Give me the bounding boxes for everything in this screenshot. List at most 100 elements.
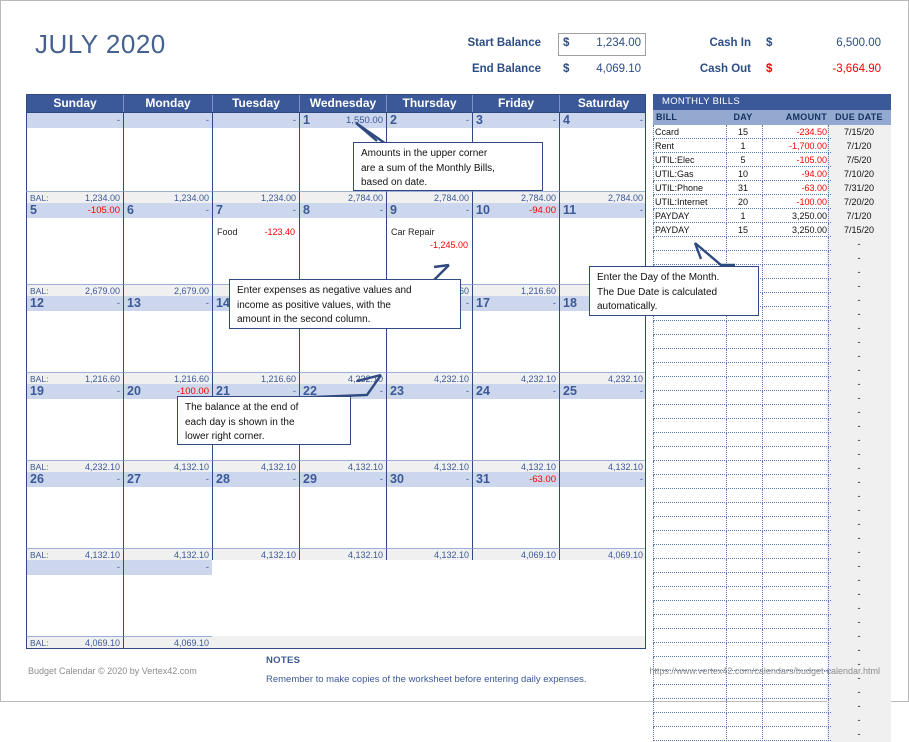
bill-amount[interactable] [761, 237, 827, 251]
bill-amount[interactable] [761, 545, 827, 559]
bill-name[interactable] [655, 391, 725, 405]
bill-day[interactable]: 20 [725, 195, 761, 209]
bill-day[interactable] [725, 615, 761, 629]
bill-amount[interactable] [761, 643, 827, 657]
bill-amount[interactable] [761, 265, 827, 279]
bill-day[interactable] [725, 713, 761, 727]
bill-name[interactable]: PAYDAY [655, 223, 725, 237]
bill-row[interactable]: - [653, 601, 891, 615]
day-entry-amount[interactable]: -1,245.00 [430, 240, 468, 250]
bill-day[interactable]: 15 [725, 223, 761, 237]
bill-row[interactable]: - [653, 643, 891, 657]
bill-row[interactable]: - [653, 685, 891, 699]
calendar-day-cell[interactable]: 6- [123, 203, 212, 296]
bill-name[interactable]: UTIL:Gas [655, 167, 725, 181]
calendar-day-cell[interactable]: 29 - [299, 472, 386, 560]
bill-name[interactable]: Rent [655, 139, 725, 153]
bill-row[interactable]: - [653, 517, 891, 531]
bill-amount[interactable] [761, 349, 827, 363]
bill-name[interactable] [655, 699, 725, 713]
bill-row[interactable]: - [653, 489, 891, 503]
calendar-day-cell[interactable]: 25 - [559, 384, 646, 472]
calendar-day-cell[interactable]: 24 - [472, 384, 559, 472]
calendar-day-cell[interactable]: 31 -63.00 [472, 472, 559, 560]
bill-amount[interactable] [761, 517, 827, 531]
calendar-day-cell[interactable]: 27 - [123, 472, 212, 560]
bill-day[interactable] [725, 629, 761, 643]
bill-day[interactable] [725, 391, 761, 405]
bill-row[interactable]: UTIL:Elec 5 -105.00 7/5/20 [653, 153, 891, 167]
bill-day[interactable] [725, 419, 761, 433]
bill-day[interactable] [725, 335, 761, 349]
bill-amount[interactable] [761, 699, 827, 713]
day-entry-name[interactable]: Car Repair [391, 227, 435, 237]
bill-row[interactable]: - [653, 727, 891, 741]
bill-name[interactable] [655, 405, 725, 419]
bill-amount[interactable]: -100.00 [761, 195, 827, 209]
bill-name[interactable] [655, 587, 725, 601]
bill-amount[interactable] [761, 489, 827, 503]
bill-amount[interactable] [761, 615, 827, 629]
bill-day[interactable]: 5 [725, 153, 761, 167]
notes-text[interactable]: Remember to make copies of the worksheet… [266, 674, 587, 685]
bill-amount[interactable]: 3,250.00 [761, 209, 827, 223]
bill-name[interactable] [655, 545, 725, 559]
bill-amount[interactable]: -234.50 [761, 125, 827, 139]
calendar-day-cell[interactable]: 10 -94.00 [472, 203, 559, 296]
bill-day[interactable]: 31 [725, 181, 761, 195]
bill-amount[interactable] [761, 447, 827, 461]
bill-day[interactable]: 1 [725, 139, 761, 153]
bill-day[interactable] [725, 461, 761, 475]
calendar-day-cell[interactable]: - [212, 113, 299, 203]
calendar-day-cell[interactable]: 5 -105.00 [26, 203, 123, 296]
bill-amount[interactable] [761, 573, 827, 587]
bill-row[interactable]: - [653, 503, 891, 517]
bill-row[interactable]: - [653, 587, 891, 601]
bill-name[interactable] [655, 489, 725, 503]
bill-amount[interactable] [761, 251, 827, 265]
bill-name[interactable] [655, 629, 725, 643]
bill-name[interactable] [655, 433, 725, 447]
bill-day[interactable] [725, 587, 761, 601]
calendar-day-cell[interactable]: 19 - [26, 384, 123, 472]
bill-amount[interactable]: -63.00 [761, 181, 827, 195]
bill-row[interactable]: - [653, 349, 891, 363]
bill-day[interactable] [725, 321, 761, 335]
bill-name[interactable]: UTIL:Elec [655, 153, 725, 167]
bill-day[interactable] [725, 363, 761, 377]
bill-amount[interactable] [761, 419, 827, 433]
bill-amount[interactable] [761, 391, 827, 405]
bill-amount[interactable]: -94.00 [761, 167, 827, 181]
bill-row[interactable]: - [653, 363, 891, 377]
bill-row[interactable]: - [653, 405, 891, 419]
calendar-day-cell[interactable]: 4- [559, 113, 646, 203]
bill-amount[interactable] [761, 335, 827, 349]
bill-name[interactable] [655, 475, 725, 489]
calendar-day-cell[interactable]: - [123, 560, 212, 648]
bill-day[interactable] [725, 559, 761, 573]
bill-name[interactable] [655, 559, 725, 573]
bill-name[interactable] [655, 615, 725, 629]
bill-row[interactable]: - [653, 699, 891, 713]
bill-row[interactable]: - [653, 573, 891, 587]
bill-amount[interactable] [761, 377, 827, 391]
bill-amount[interactable] [761, 727, 827, 741]
bill-amount[interactable] [761, 321, 827, 335]
bill-amount[interactable] [761, 307, 827, 321]
calendar-day-cell[interactable]: 23 - [386, 384, 472, 472]
bill-amount[interactable] [761, 531, 827, 545]
bill-amount[interactable]: -1,700.00 [761, 139, 827, 153]
bill-row[interactable]: - [653, 559, 891, 573]
bill-name[interactable] [655, 517, 725, 531]
bill-row[interactable]: - [653, 433, 891, 447]
bill-name[interactable] [655, 601, 725, 615]
day-entry-name[interactable]: Food [217, 227, 238, 237]
bill-day[interactable] [725, 405, 761, 419]
bill-amount[interactable] [761, 685, 827, 699]
bill-name[interactable] [655, 713, 725, 727]
calendar-day-cell[interactable]: 28 - [212, 472, 299, 560]
bill-row[interactable]: - [653, 545, 891, 559]
day-entry-amount[interactable]: -123.40 [264, 227, 295, 237]
bill-name[interactable] [655, 531, 725, 545]
bill-day[interactable] [725, 727, 761, 741]
